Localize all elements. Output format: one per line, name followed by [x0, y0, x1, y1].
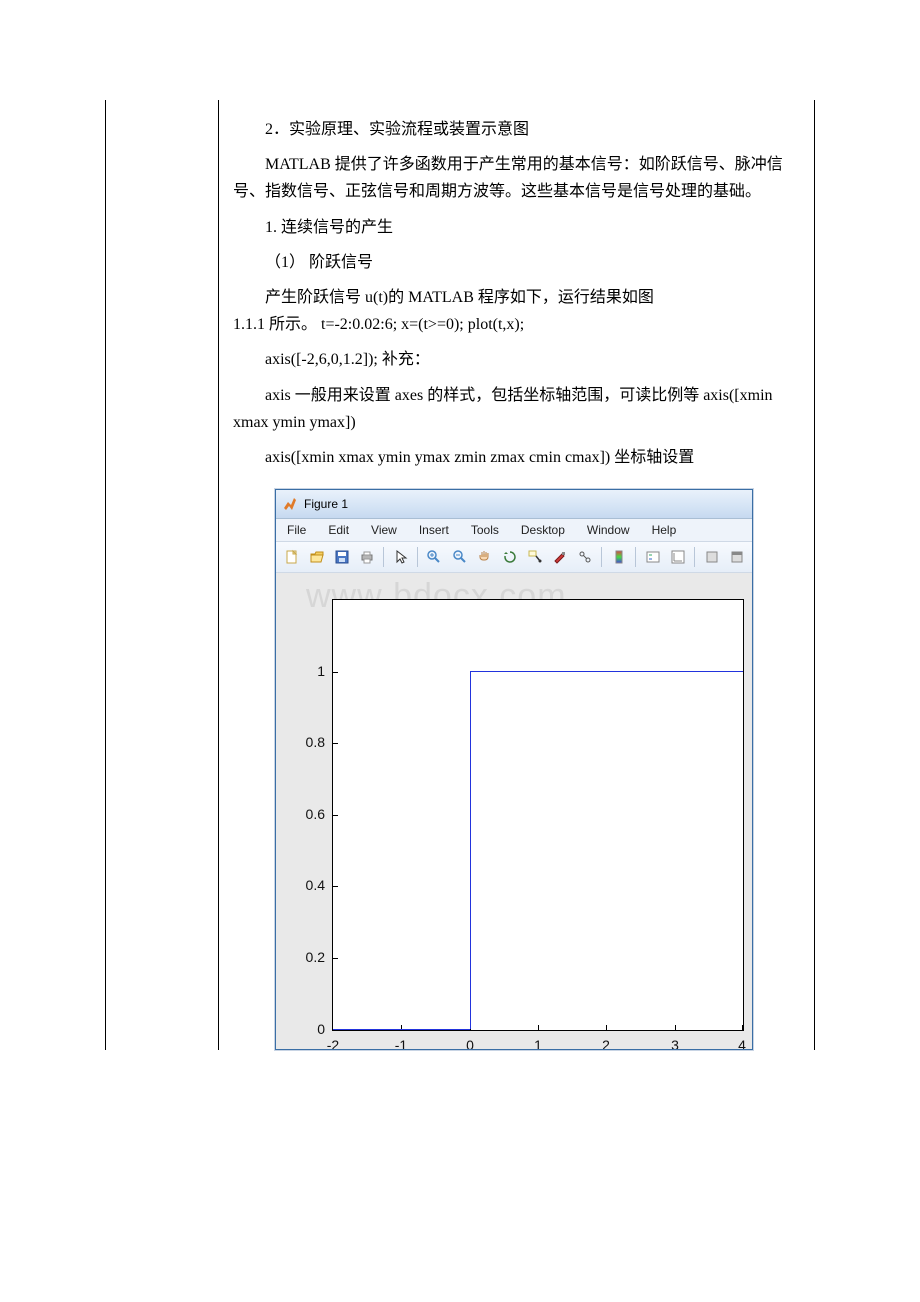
xtick-label: -1	[395, 1034, 407, 1049]
xtick-label: 3	[671, 1034, 679, 1049]
legend-icon[interactable]	[641, 545, 664, 569]
link-icon[interactable]	[573, 545, 596, 569]
window-title: Figure 1	[304, 494, 348, 514]
content-column: 2．实验原理、实验流程或装置示意图 MATLAB 提供了许多函数用于产生常用的基…	[219, 100, 815, 1050]
toolbar-separator	[635, 547, 636, 567]
open-folder-icon[interactable]	[305, 545, 328, 569]
menu-desktop[interactable]: Desktop	[510, 520, 576, 540]
paragraph-axis-explain: axis 一般用来设置 axes 的样式，包括坐标轴范围，可读比例等 axis(…	[233, 382, 800, 436]
toolbar-separator	[383, 547, 384, 567]
ytick-label: 0.8	[306, 731, 325, 755]
pan-icon[interactable]	[473, 545, 496, 569]
toolbar-separator	[417, 547, 418, 567]
menu-insert[interactable]: Insert	[408, 520, 460, 540]
step-line-rise	[470, 671, 471, 1029]
subheading-1: 1. 连续信号的产生	[233, 214, 800, 241]
menu-bar: File Edit View Insert Tools Desktop Wind…	[276, 519, 752, 542]
ytick-label: 0.6	[306, 803, 325, 827]
menu-help[interactable]: Help	[641, 520, 688, 540]
new-file-icon[interactable]	[280, 545, 303, 569]
ytick-label: 1	[317, 660, 325, 684]
paragraph-code-desc: 产生阶跃信号 u(t)的 MATLAB 程序如下，运行结果如图 1.1.1 所示…	[233, 284, 800, 338]
zoom-out-icon[interactable]	[448, 545, 471, 569]
ytick-label: 0	[317, 1018, 325, 1042]
xtick-label: 4	[738, 1034, 746, 1049]
document-page: 2．实验原理、实验流程或装置示意图 MATLAB 提供了许多函数用于产生常用的基…	[0, 0, 920, 1080]
print-icon[interactable]	[355, 545, 378, 569]
paragraph-axis-3d: axis([xmin xmax ymin ymax zmin zmax cmin…	[233, 444, 800, 471]
matlab-logo-icon	[282, 496, 298, 512]
step-line-high	[470, 671, 743, 672]
layout-table: 2．实验原理、实验流程或装置示意图 MATLAB 提供了许多函数用于产生常用的基…	[105, 100, 815, 1050]
zoom-in-icon[interactable]	[423, 545, 446, 569]
ytick-label: 0.4	[306, 874, 325, 898]
paragraph-intro: MATLAB 提供了许多函数用于产生常用的基本信号：如阶跃信号、脉冲信号、指数信…	[233, 151, 800, 205]
left-column	[106, 100, 219, 1050]
xtick-label: 0	[466, 1034, 474, 1049]
toolbar-separator	[694, 547, 695, 567]
menu-view[interactable]: View	[360, 520, 408, 540]
save-icon[interactable]	[330, 545, 353, 569]
colorbar-icon[interactable]	[607, 545, 630, 569]
ytick-label: 0.2	[306, 946, 325, 970]
rotate-icon[interactable]	[498, 545, 521, 569]
plot-area: www bdocx com 1 0.8 0.6 0.4 0.2 0 -2	[276, 573, 752, 1049]
hide-toolbar-icon[interactable]	[700, 545, 723, 569]
figure-toolbar	[276, 542, 752, 573]
xtick-label: 1	[534, 1034, 542, 1049]
matlab-figure-window: Figure 1 File Edit View Insert Tools Des…	[275, 489, 753, 1050]
menu-window[interactable]: Window	[576, 520, 641, 540]
data-cursor-icon[interactable]	[523, 545, 546, 569]
menu-tools[interactable]: Tools	[460, 520, 510, 540]
dock-icon[interactable]	[725, 545, 748, 569]
xtick-label: -2	[327, 1034, 339, 1049]
insert-axes-icon[interactable]	[666, 545, 689, 569]
figure-container: Figure 1 File Edit View Insert Tools Des…	[233, 489, 800, 1050]
xtick-label: 2	[602, 1034, 610, 1049]
pointer-icon[interactable]	[389, 545, 412, 569]
window-titlebar: Figure 1	[276, 490, 752, 519]
subheading-1-1: （1） 阶跃信号	[233, 249, 800, 276]
toolbar-separator	[601, 547, 602, 567]
code-axis: axis([-2,6,0,1.2]); 补充：	[233, 346, 800, 373]
brush-icon[interactable]	[548, 545, 571, 569]
menu-file[interactable]: File	[276, 520, 317, 540]
axes[interactable]: 1 0.8 0.6 0.4 0.2 0 -2 -1 0 1	[332, 599, 744, 1031]
step-line-low	[333, 1029, 470, 1030]
menu-edit[interactable]: Edit	[317, 520, 360, 540]
section-heading: 2．实验原理、实验流程或装置示意图	[233, 116, 800, 143]
